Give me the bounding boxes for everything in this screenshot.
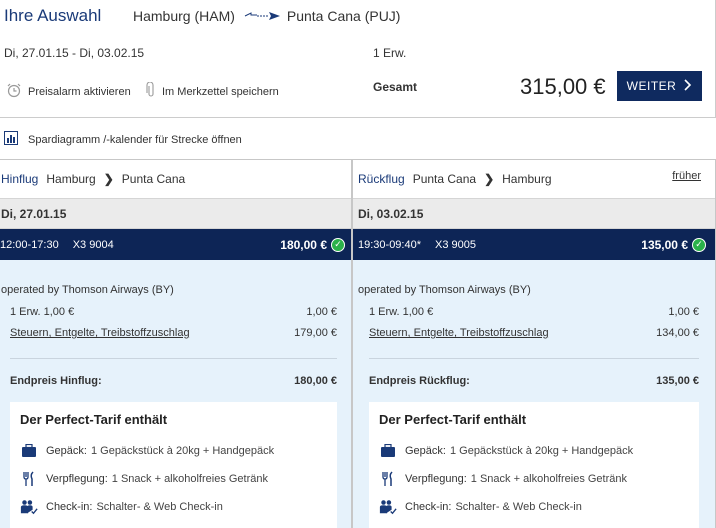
return-taxes-link[interactable]: Steuern, Entgelte, Treibstoffzuschlag	[369, 327, 549, 339]
continue-button[interactable]: WEITER	[617, 71, 702, 101]
page-title: Ihre Auswahl	[4, 6, 102, 25]
outbound-taxes-line: Steuern, Entgelte, Treibstoffzuschlag 17…	[10, 327, 337, 339]
return-header: Rückflug Punta Cana ❯ Hamburg	[353, 160, 715, 198]
plane-route-icon	[243, 12, 283, 24]
selection-header: Ihre Auswahl Hamburg (HAM) Punta Cana (P…	[0, 0, 716, 118]
return-fare-line: 1 Erw. 1,00 € 1,00 €	[369, 306, 699, 318]
return-meal: Verpflegung: 1 Snack + alkoholfreies Get…	[379, 465, 689, 493]
chevron-right-icon	[684, 78, 692, 94]
outbound-time: 12:00-17:30	[0, 238, 59, 251]
return-operator: operated by Thomson Airways (BY)	[358, 284, 531, 296]
outbound-label: Hinflug	[1, 172, 39, 186]
outbound-to: Punta Cana	[121, 172, 186, 186]
return-flight-number: X3 9005	[435, 238, 476, 251]
outbound-baggage-label: Gepäck:	[46, 445, 87, 457]
check-circle-icon: ✓	[331, 237, 345, 252]
outbound-final-value: 180,00 €	[294, 375, 337, 387]
price-alarm-link[interactable]: Preisalarm aktivieren	[6, 82, 131, 101]
outbound-tariff-title: Der Perfect-Tarif enthält	[20, 412, 168, 427]
outbound-meal-value: 1 Snack + alkoholfreies Getränk	[111, 473, 269, 485]
outbound-details: operated by Thomson Airways (BY) 1 Erw. …	[0, 260, 351, 528]
outbound-baggage: Gepäck: 1 Gepäckstück à 20kg + Handgepäc…	[20, 437, 327, 465]
outbound-header: Hinflug Hamburg ❯ Punta Cana	[0, 160, 351, 198]
earlier-flights-link[interactable]: früher	[672, 170, 701, 182]
outbound-fare-value: 1,00 €	[306, 306, 337, 318]
return-date: Di, 03.02.15	[353, 198, 715, 229]
watchlist-label: Im Merkzettel speichern	[162, 85, 279, 98]
outbound-date: Di, 27.01.15	[0, 198, 351, 229]
return-checkin-label: Check-in:	[405, 501, 452, 513]
price-alarm-label: Preisalarm aktivieren	[28, 85, 131, 98]
passengers-icon	[379, 499, 397, 515]
return-fare-label: 1 Erw. 1,00 €	[369, 306, 434, 318]
passengers-icon	[20, 499, 38, 515]
suitcase-icon	[379, 444, 397, 458]
return-final-value: 135,00 €	[656, 375, 699, 387]
outbound-fare-label: 1 Erw. 1,00 €	[10, 306, 75, 318]
outbound-from: Hamburg	[46, 172, 96, 186]
outbound-flight-row[interactable]: 12:00-17:30 X3 9004 180,00 € ✓	[0, 229, 351, 269]
outbound-fare-line: 1 Erw. 1,00 € 1,00 €	[10, 306, 337, 318]
return-baggage: Gepäck: 1 Gepäckstück à 20kg + Handgepäc…	[379, 437, 689, 465]
outbound-baggage-value: 1 Gepäckstück à 20kg + Handgepäck	[90, 445, 275, 457]
return-baggage-value: 1 Gepäckstück à 20kg + Handgepäck	[449, 445, 634, 457]
return-final-label: Endpreis Rückflug:	[369, 375, 470, 387]
total-label: Gesamt	[373, 80, 418, 94]
bar-chart-icon	[4, 131, 18, 148]
return-price: 135,00 €	[641, 237, 688, 252]
outbound-taxes-link[interactable]: Steuern, Entgelte, Treibstoffzuschlag	[10, 327, 190, 339]
destination-label: Punta Cana (PUJ)	[286, 8, 401, 24]
return-meal-value: 1 Snack + alkoholfreies Getränk	[470, 473, 628, 485]
chevron-right-icon: ❯	[484, 172, 495, 186]
return-from: Punta Cana	[412, 172, 477, 186]
return-details: operated by Thomson Airways (BY) 1 Erw. …	[353, 260, 715, 528]
return-baggage-label: Gepäck:	[405, 445, 446, 457]
return-to: Hamburg	[502, 172, 552, 186]
outbound-meal: Verpflegung: 1 Snack + alkoholfreies Get…	[20, 465, 327, 493]
travel-dates: Di, 27.01.15 - Di, 03.02.15	[4, 46, 145, 60]
outbound-column: Hinflug Hamburg ❯ Punta Cana Di, 27.01.1…	[0, 159, 352, 528]
price-chart-label: Spardiagramm /-kalender für Strecke öffn…	[28, 133, 242, 146]
check-circle-icon: ✓	[692, 237, 706, 252]
return-time: 19:30-09:40*	[358, 238, 421, 251]
outbound-tariff-box: Der Perfect-Tarif enthält Gepäck: 1 Gepä…	[10, 402, 337, 528]
return-taxes-line: Steuern, Entgelte, Treibstoffzuschlag 13…	[369, 327, 699, 339]
return-taxes-value: 134,00 €	[656, 327, 699, 339]
cutlery-icon	[379, 471, 397, 487]
outbound-flight-number: X3 9004	[72, 238, 114, 251]
return-tariff-box: Der Perfect-Tarif enthält Gepäck: 1 Gepä…	[369, 402, 699, 528]
return-checkin: Check-in: Schalter- & Web Check-in	[379, 493, 689, 521]
outbound-checkin: Check-in: Schalter- & Web Check-in	[20, 493, 327, 521]
outbound-checkin-value: Schalter- & Web Check-in	[96, 501, 223, 513]
continue-label: WEITER	[626, 79, 677, 93]
return-column: Rückflug Punta Cana ❯ Hamburg früher Di,…	[352, 159, 716, 528]
total-price: 315,00 €	[520, 74, 606, 99]
route-summary: Hamburg (HAM) Punta Cana (PUJ)	[133, 8, 400, 24]
outbound-meal-label: Verpflegung:	[46, 473, 108, 485]
return-label: Rückflug	[358, 172, 405, 186]
outbound-taxes-value: 179,00 €	[294, 327, 337, 339]
paperclip-icon	[146, 81, 156, 101]
watchlist-link[interactable]: Im Merkzettel speichern	[146, 81, 279, 101]
return-checkin-value: Schalter- & Web Check-in	[455, 501, 582, 513]
divider	[369, 358, 699, 359]
outbound-operator: operated by Thomson Airways (BY)	[1, 284, 174, 296]
alarm-clock-icon	[6, 82, 22, 101]
chevron-right-icon: ❯	[103, 172, 114, 186]
cutlery-icon	[20, 471, 38, 487]
suitcase-icon	[20, 444, 38, 458]
origin-label: Hamburg (HAM)	[133, 8, 235, 24]
divider	[10, 358, 337, 359]
outbound-checkin-label: Check-in:	[46, 501, 93, 513]
return-meal-label: Verpflegung:	[405, 473, 467, 485]
passenger-count: 1 Erw.	[373, 46, 407, 60]
price-chart-link[interactable]: Spardiagramm /-kalender für Strecke öffn…	[4, 131, 242, 148]
return-tariff-title: Der Perfect-Tarif enthält	[379, 412, 527, 427]
outbound-price: 180,00 €	[280, 237, 327, 252]
return-fare-value: 1,00 €	[668, 306, 699, 318]
outbound-final-label: Endpreis Hinflug:	[10, 375, 102, 387]
return-flight-row[interactable]: 19:30-09:40* X3 9005 135,00 € ✓	[353, 229, 715, 269]
return-final-price: Endpreis Rückflug: 135,00 €	[369, 375, 699, 387]
outbound-final-price: Endpreis Hinflug: 180,00 €	[10, 375, 337, 387]
